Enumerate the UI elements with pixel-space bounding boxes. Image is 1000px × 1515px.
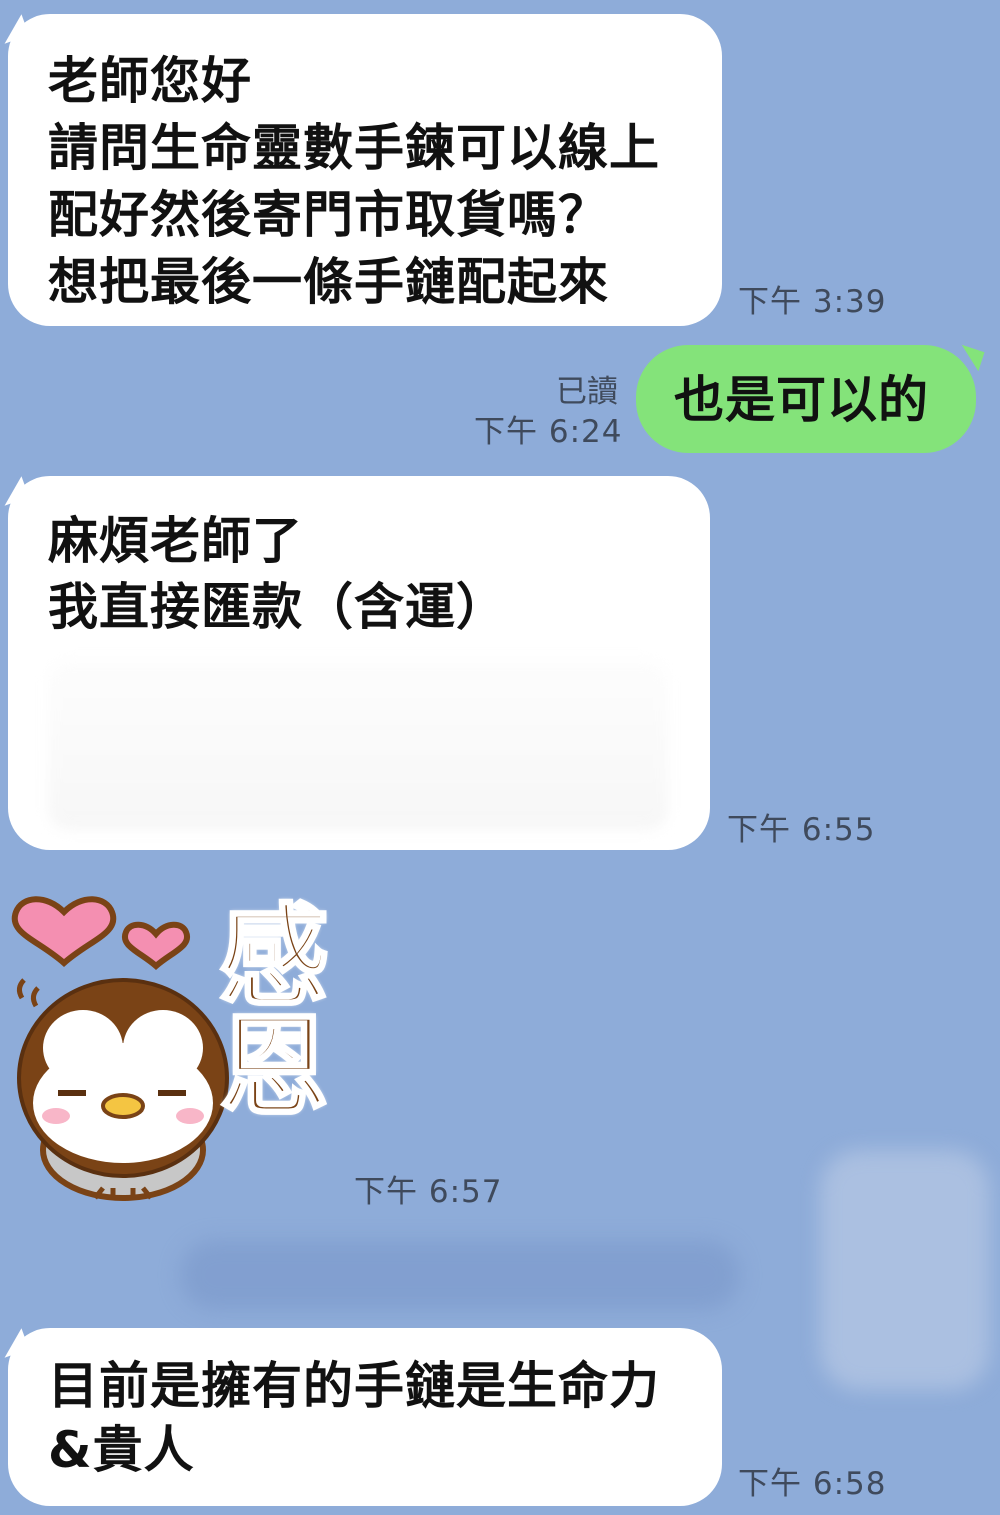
message-text: 請問生命靈數手鍊可以線上 <box>48 119 660 177</box>
message-timestamp: 下午 3:39 <box>738 284 887 320</box>
blurred-region <box>820 1150 990 1390</box>
message-timestamp: 下午 6:55 <box>727 812 876 848</box>
message-text: 想把最後一條手鏈配起來 <box>48 253 609 311</box>
sticker-char: 恩 <box>218 1003 331 1131</box>
message-bubble-outgoing[interactable]: 也是可以的 <box>636 345 976 453</box>
message-text: 目前是擁有的手鏈是生命力 <box>48 1357 660 1415</box>
blurred-region <box>180 1240 740 1310</box>
message-text: 老師您好 <box>48 52 252 110</box>
message-text: 麻煩老師了 <box>48 512 303 570</box>
message-text: 我直接匯款（含運） <box>48 578 507 636</box>
message-bubble-incoming[interactable]: 目前是擁有的手鏈是生命力 &貴人 <box>8 1328 722 1506</box>
message-text: &貴人 <box>48 1421 195 1479</box>
sticker[interactable]: 感 恩 <box>8 888 348 1208</box>
chat-window: 老師您好 請問生命靈數手鍊可以線上 配好然後寄門市取貨嗎？ 想把最後一條手鏈配起… <box>0 0 1000 1515</box>
read-receipt: 已讀 <box>556 374 618 410</box>
message-text: 也是可以的 <box>674 371 929 429</box>
redacted-area <box>48 660 668 830</box>
message-timestamp: 下午 6:24 <box>474 414 623 450</box>
sticker-char: 感 <box>218 893 331 1021</box>
message-timestamp: 下午 6:57 <box>354 1174 503 1210</box>
message-bubble-incoming[interactable]: 麻煩老師了 我直接匯款（含運） <box>8 476 710 850</box>
message-bubble-incoming[interactable]: 老師您好 請問生命靈數手鍊可以線上 配好然後寄門市取貨嗎？ 想把最後一條手鏈配起… <box>8 14 722 326</box>
message-timestamp: 下午 6:58 <box>738 1466 887 1502</box>
message-text: 配好然後寄門市取貨嗎？ <box>48 186 609 244</box>
sticker-text: 感 恩 <box>204 893 344 1131</box>
